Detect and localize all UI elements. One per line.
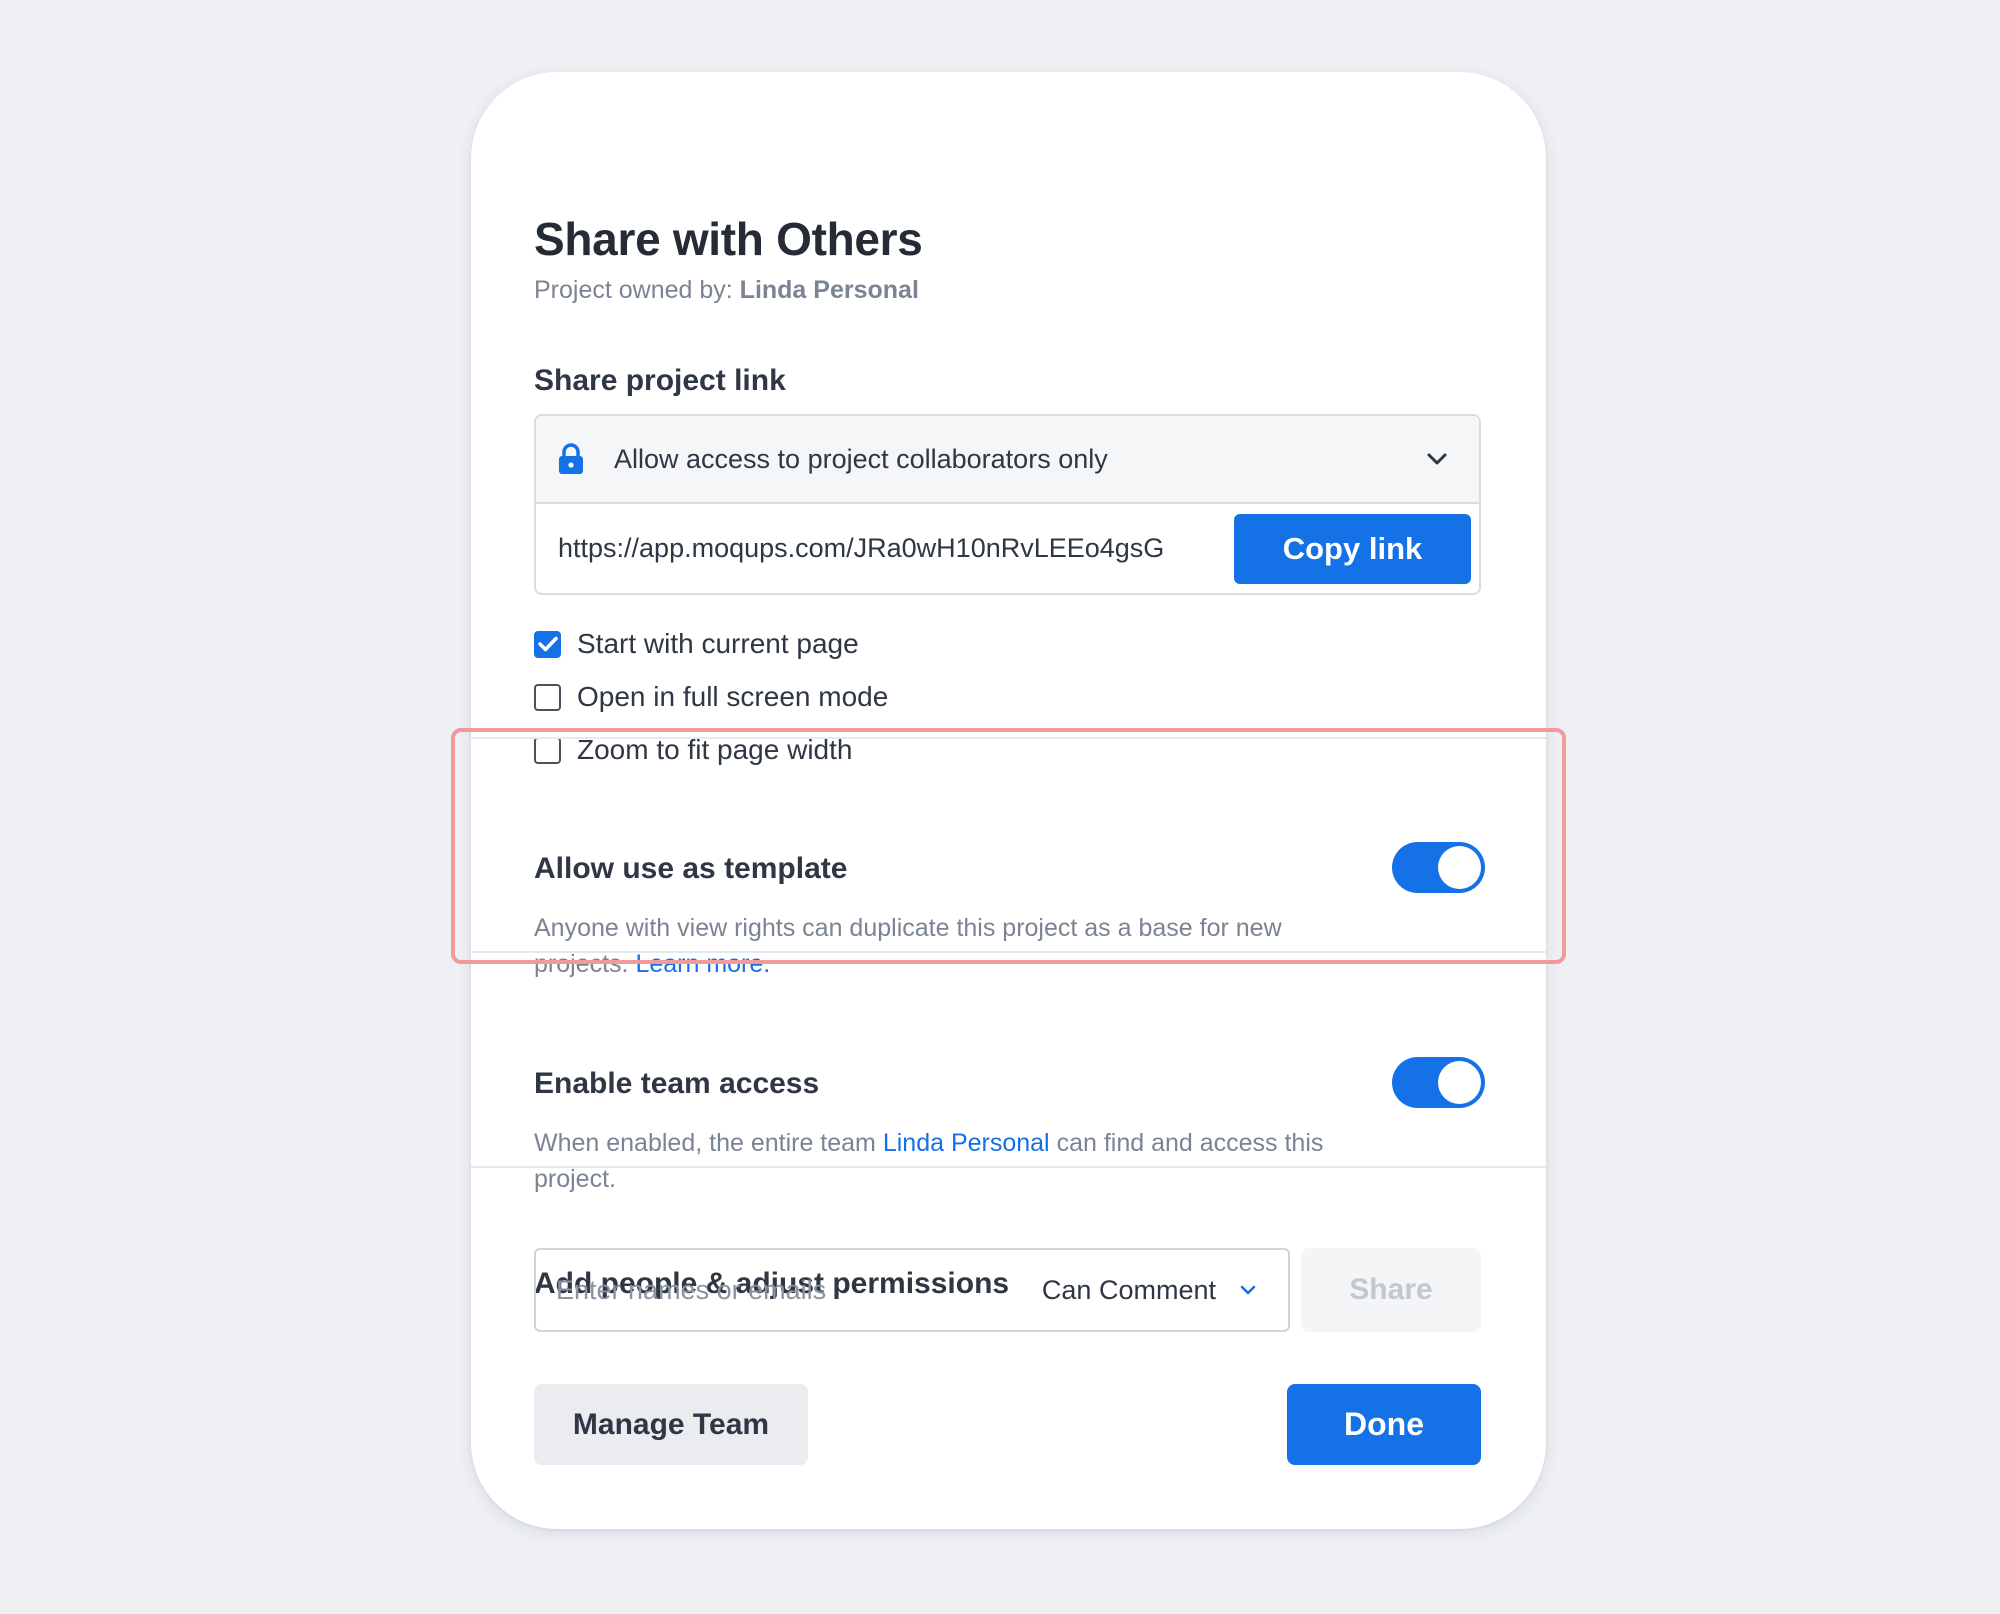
- share-link-box: Allow access to project collaborators on…: [534, 414, 1481, 595]
- team-name-link[interactable]: Linda Personal: [883, 1129, 1050, 1157]
- team-access-toggle[interactable]: [1392, 1057, 1485, 1108]
- template-toggle[interactable]: [1392, 842, 1485, 893]
- team-setting-title: Enable team access: [534, 1067, 820, 1100]
- copy-link-button[interactable]: Copy link: [1234, 513, 1471, 584]
- checkbox-checked[interactable]: [534, 630, 561, 658]
- toggle-knob: [1438, 1061, 1481, 1104]
- share-link-label: Share project link: [534, 364, 786, 397]
- invite-input-box: Enter names or emails Can Comment: [534, 1248, 1290, 1332]
- manage-team-button[interactable]: Manage Team: [534, 1384, 808, 1465]
- template-setting-description: Anyone with view rights can duplicate th…: [534, 910, 1334, 982]
- section-divider: [471, 951, 1546, 953]
- share-button[interactable]: Share: [1301, 1248, 1481, 1332]
- done-button[interactable]: Done: [1287, 1384, 1481, 1465]
- access-option-text: Allow access to project collaborators on…: [614, 443, 1108, 474]
- option-label: Start with current page: [577, 628, 859, 659]
- learn-more-link[interactable]: Learn more.: [635, 950, 770, 978]
- chevron-down-icon[interactable]: [1236, 1278, 1260, 1302]
- share-url-row: https://app.moqups.com/JRa0wH10nRvLEEo4g…: [536, 504, 1479, 593]
- option-full-screen[interactable]: Open in full screen mode: [534, 681, 888, 713]
- option-label: Open in full screen mode: [577, 681, 889, 712]
- section-divider: [471, 1166, 1546, 1168]
- team-setting-description: When enabled, the entire team Linda Pers…: [534, 1125, 1334, 1197]
- access-dropdown[interactable]: Allow access to project collaborators on…: [536, 416, 1479, 504]
- template-setting-title: Allow use as template: [534, 852, 848, 885]
- owner-prefix: Project owned by:: [534, 276, 740, 304]
- checkbox-unchecked[interactable]: [534, 736, 561, 764]
- share-dialog: Share with Others Project owned by: Lind…: [471, 72, 1546, 1529]
- chevron-down-icon: [1425, 447, 1449, 471]
- lock-icon: [558, 442, 588, 476]
- checkbox-unchecked[interactable]: [534, 683, 561, 711]
- dialog-title: Share with Others: [534, 213, 923, 265]
- project-owner: Project owned by: Linda Personal: [534, 276, 919, 305]
- option-start-current-page[interactable]: Start with current page: [534, 628, 859, 660]
- toggle-knob: [1438, 846, 1481, 889]
- permission-select[interactable]: Can Comment: [1042, 1275, 1216, 1306]
- share-url-field[interactable]: https://app.moqups.com/JRa0wH10nRvLEEo4g…: [558, 533, 1234, 564]
- owner-name: Linda Personal: [739, 276, 919, 304]
- section-divider: [471, 737, 1546, 739]
- invite-input[interactable]: Enter names or emails: [556, 1275, 1042, 1306]
- team-description-text: When enabled, the entire team: [534, 1129, 883, 1157]
